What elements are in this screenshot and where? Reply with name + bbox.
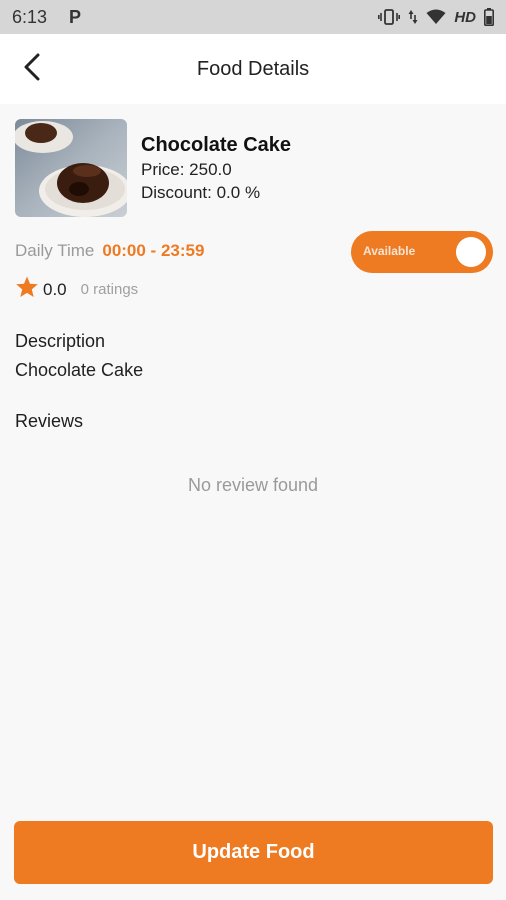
availability-toggle-label: Available xyxy=(363,244,416,258)
food-discount: Discount: 0.0 % xyxy=(141,183,261,202)
data-arrows-icon xyxy=(408,9,418,25)
food-name: Chocolate Cake xyxy=(141,134,292,156)
wifi-icon xyxy=(426,9,446,25)
star-icon xyxy=(15,275,39,304)
daily-time-value: 00:00 - 23:59 xyxy=(102,241,205,260)
food-image xyxy=(15,119,127,217)
daily-time-row: Daily Time 00:00 - 23:59 xyxy=(15,241,204,261)
status-bar: 6:13 P HD xyxy=(0,0,506,34)
rating-value: 0.0 xyxy=(43,279,67,299)
battery-icon xyxy=(484,8,494,26)
status-time: 6:13 xyxy=(12,6,48,27)
page-title: Food Details xyxy=(196,57,310,80)
network-type-label: HD xyxy=(454,8,476,26)
back-button[interactable] xyxy=(14,51,50,87)
app-bar: Food Details xyxy=(0,34,506,104)
toggle-knob xyxy=(456,237,486,267)
update-food-button[interactable]: Update Food xyxy=(14,821,493,884)
reviews-title: Reviews xyxy=(15,411,84,431)
rating-count: 0 ratings xyxy=(80,281,139,298)
reviews-empty-state: No review found xyxy=(187,475,319,495)
daily-time-label: Daily Time xyxy=(15,241,95,260)
food-price: Price: 250.0 xyxy=(141,160,232,179)
rating-row: 0.0 0 ratings xyxy=(15,275,138,304)
description-text: Chocolate Cake xyxy=(15,360,144,380)
status-icons: HD xyxy=(378,8,494,26)
description-title: Description xyxy=(15,331,106,351)
availability-toggle[interactable]: Available xyxy=(351,231,493,273)
vibrate-icon xyxy=(378,9,401,25)
status-app-indicator: P xyxy=(69,6,82,27)
back-arrow-icon xyxy=(23,53,41,86)
